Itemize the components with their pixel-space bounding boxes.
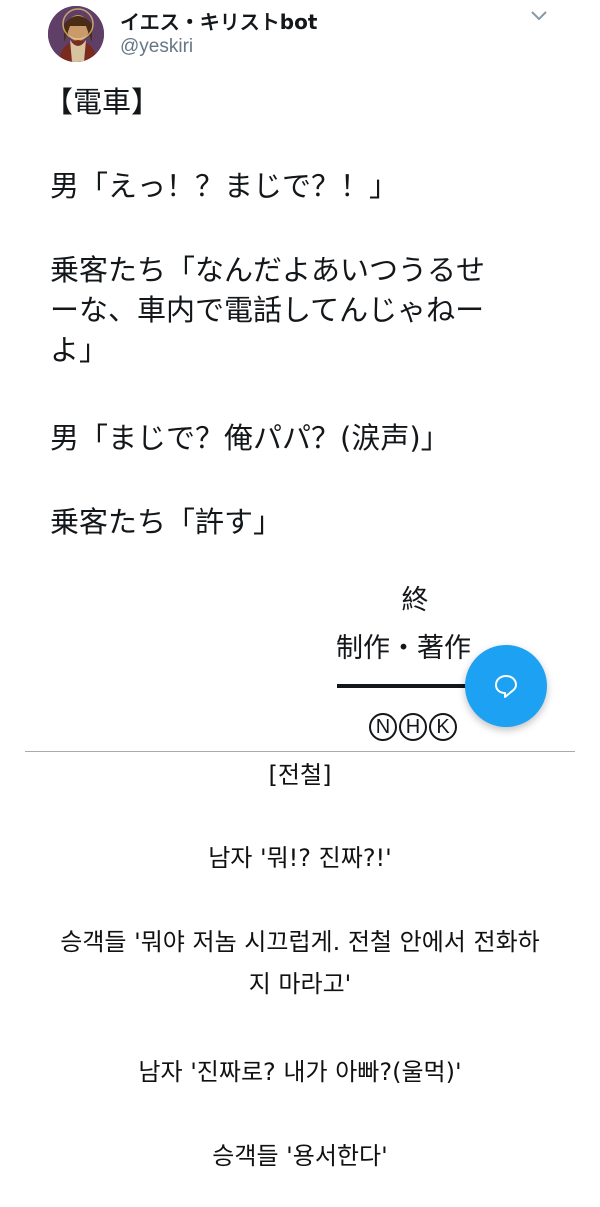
avatar[interactable] xyxy=(48,6,104,62)
handle[interactable]: @yeskiri xyxy=(120,36,193,58)
jesus-portrait-icon xyxy=(48,6,104,62)
ending-mark: 終 xyxy=(401,585,429,616)
kr-line-2b: 지 마라고' xyxy=(248,970,352,998)
ending-rule xyxy=(337,684,483,688)
chevron-down-icon[interactable] xyxy=(528,8,550,24)
jp-line-2c: よ」 xyxy=(50,333,109,367)
kr-line-3: 남자 '진짜로? 내가 아빠?(울먹)' xyxy=(138,1058,462,1086)
compose-fab-button[interactable] xyxy=(465,645,547,727)
kr-line-1: 남자 '뭐!? 진짜?!' xyxy=(208,844,392,872)
jp-line-2a: 乗客たち「なんだよあいつうるせ xyxy=(50,253,486,287)
jp-line-4: 乗客たち「許す」 xyxy=(50,505,283,539)
ending-credit: 制作・著作 xyxy=(336,633,471,664)
nhk-letter: K xyxy=(429,713,457,741)
display-name[interactable]: イエス・キリストbot xyxy=(120,6,317,35)
reply-bubble-icon xyxy=(495,675,517,698)
nhk-letter: N xyxy=(369,713,397,741)
kr-line-4: 승객들 '용서한다' xyxy=(212,1142,388,1170)
jp-title: 【電車】 xyxy=(44,85,161,119)
divider xyxy=(25,751,575,752)
nhk-logo: N H K xyxy=(369,713,457,741)
kr-title: [전철] xyxy=(268,761,332,789)
kr-line-2a: 승객들 '뭐야 저놈 시끄럽게. 전철 안에서 전화하 xyxy=(60,928,540,956)
jp-line-3: 男「まじで？俺パパ？(涙声)」 xyxy=(50,421,450,455)
jp-line-1: 男「えっ！？まじで？！」 xyxy=(50,169,399,203)
jp-line-2b: ーな、車内で電話してんじゃねー xyxy=(50,293,485,327)
nhk-letter: H xyxy=(399,713,427,741)
